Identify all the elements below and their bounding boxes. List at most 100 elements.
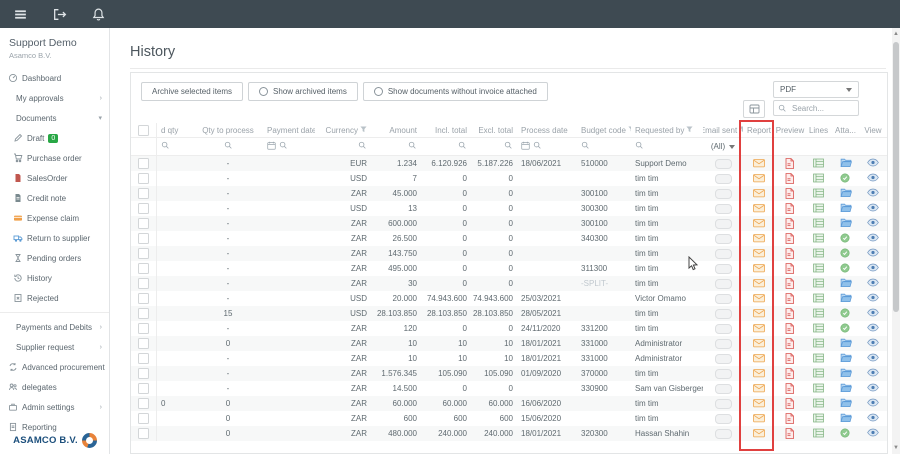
search-icon[interactable] (581, 141, 590, 152)
email-sent-toggle[interactable] (715, 189, 732, 199)
column-header-budget-code[interactable]: Budget code (577, 123, 631, 137)
row-checkbox[interactable] (138, 263, 149, 274)
attachment-badge-icon[interactable] (840, 323, 852, 334)
column-header-incl-total[interactable]: Incl. total (421, 123, 471, 137)
row-checkbox[interactable] (138, 203, 149, 214)
sidebar-item-admin-settings[interactable]: Admin settings› (0, 397, 109, 417)
sidebar-item-supplier-request[interactable]: Supplier request› (0, 337, 109, 357)
attachment-badge-icon[interactable] (840, 173, 852, 184)
report-envelope-icon[interactable] (753, 158, 765, 169)
email-sent-toggle[interactable] (715, 369, 732, 379)
lines-lines-icon[interactable] (813, 173, 825, 184)
scroll-up-icon[interactable]: ▲ (892, 29, 900, 39)
attachment-badge-icon[interactable] (840, 263, 852, 274)
vertical-scrollbar[interactable]: ▲ ▼ (892, 28, 900, 454)
show-archived-button[interactable]: Show archived items (248, 82, 358, 101)
attachment-folder-icon[interactable] (840, 413, 852, 424)
view-eye-icon[interactable] (867, 278, 879, 289)
attachment-folder-icon[interactable] (840, 293, 852, 304)
view-eye-icon[interactable] (867, 248, 879, 259)
email-sent-toggle[interactable] (715, 174, 732, 184)
filter-cell-email-sent[interactable]: (All) (703, 138, 743, 155)
search-icon[interactable] (161, 141, 170, 152)
filter-funnel-icon[interactable] (360, 126, 367, 135)
lines-lines-icon[interactable] (813, 218, 825, 229)
filter-cell-payment-date[interactable] (263, 138, 315, 155)
filter-cell-qty-to-process[interactable] (193, 138, 263, 155)
sidebar-item-rejected[interactable]: Rejected (0, 288, 109, 308)
email-sent-toggle[interactable] (715, 414, 732, 424)
sidebar-item-purchase-order[interactable]: Purchase order (0, 148, 109, 168)
view-eye-icon[interactable] (867, 353, 879, 364)
calendar-icon[interactable] (521, 141, 530, 152)
column-header-requested-by[interactable]: Requested by (631, 123, 703, 137)
filter-cell-process-date[interactable] (517, 138, 577, 155)
select-all-checkbox[interactable] (138, 125, 149, 136)
sidebar-item-delegates[interactable]: delegates (0, 377, 109, 397)
sidebar-item-draft[interactable]: Draft0 (0, 128, 109, 148)
lines-lines-icon[interactable] (813, 308, 825, 319)
row-checkbox[interactable] (138, 173, 149, 184)
email-sent-toggle[interactable] (715, 399, 732, 409)
preview-pdf-icon[interactable] (784, 428, 796, 439)
column-header-lines[interactable]: Lines (805, 123, 832, 137)
column-header-recv-qty[interactable]: d qty (157, 123, 193, 137)
preview-pdf-icon[interactable] (784, 308, 796, 319)
lines-lines-icon[interactable] (813, 158, 825, 169)
view-eye-icon[interactable] (867, 428, 879, 439)
preview-pdf-icon[interactable] (784, 278, 796, 289)
report-envelope-icon[interactable] (753, 263, 765, 274)
bell-icon[interactable] (91, 7, 106, 22)
report-envelope-icon[interactable] (753, 428, 765, 439)
email-sent-toggle[interactable] (715, 354, 732, 364)
attachment-badge-icon[interactable] (840, 233, 852, 244)
row-checkbox[interactable] (138, 428, 149, 439)
search-icon[interactable] (408, 141, 417, 152)
lines-lines-icon[interactable] (813, 263, 825, 274)
email-sent-toggle[interactable] (715, 339, 732, 349)
email-sent-toggle[interactable] (715, 324, 732, 334)
report-envelope-icon[interactable] (753, 353, 765, 364)
report-envelope-icon[interactable] (753, 173, 765, 184)
preview-pdf-icon[interactable] (784, 338, 796, 349)
email-sent-toggle[interactable] (715, 234, 732, 244)
column-header-qty-to-process[interactable]: Qty to process (193, 123, 263, 137)
attachment-folder-icon[interactable] (840, 353, 852, 364)
view-eye-icon[interactable] (867, 338, 879, 349)
email-sent-filter-value[interactable]: (All) (711, 142, 725, 151)
column-chooser-button[interactable] (743, 100, 765, 118)
show-without-invoice-button[interactable]: Show documents without invoice attached (363, 82, 548, 101)
row-checkbox[interactable] (138, 308, 149, 319)
sidebar-item-documents[interactable]: Documents▾ (0, 108, 109, 128)
attachment-folder-icon[interactable] (840, 383, 852, 394)
preview-pdf-icon[interactable] (784, 398, 796, 409)
row-checkbox[interactable] (138, 158, 149, 169)
search-icon[interactable] (533, 141, 542, 152)
view-eye-icon[interactable] (867, 413, 879, 424)
view-eye-icon[interactable] (867, 218, 879, 229)
row-checkbox[interactable] (138, 218, 149, 229)
filter-cell-incl-total[interactable] (421, 138, 471, 155)
column-header-amount[interactable]: Amount (371, 123, 421, 137)
view-eye-icon[interactable] (867, 188, 879, 199)
lines-lines-icon[interactable] (813, 248, 825, 259)
view-eye-icon[interactable] (867, 158, 879, 169)
column-header-payment-date[interactable]: Payment date (263, 123, 315, 137)
lines-lines-icon[interactable] (813, 353, 825, 364)
report-envelope-icon[interactable] (753, 383, 765, 394)
export-format-select[interactable]: PDF (773, 81, 859, 98)
sidebar-item-credit-note[interactable]: Credit note (0, 188, 109, 208)
logout-icon[interactable] (52, 7, 67, 22)
calendar-icon[interactable] (267, 141, 276, 152)
attachment-folder-icon[interactable] (840, 203, 852, 214)
email-sent-toggle[interactable] (715, 264, 732, 274)
column-header-attach[interactable]: Atta... (832, 123, 859, 137)
preview-pdf-icon[interactable] (784, 203, 796, 214)
filter-cell-requested-by[interactable] (631, 138, 703, 155)
lines-lines-icon[interactable] (813, 188, 825, 199)
row-checkbox[interactable] (138, 293, 149, 304)
sidebar-item-salesorder[interactable]: SalesOrder (0, 168, 109, 188)
preview-pdf-icon[interactable] (784, 263, 796, 274)
preview-pdf-icon[interactable] (784, 188, 796, 199)
report-envelope-icon[interactable] (753, 248, 765, 259)
